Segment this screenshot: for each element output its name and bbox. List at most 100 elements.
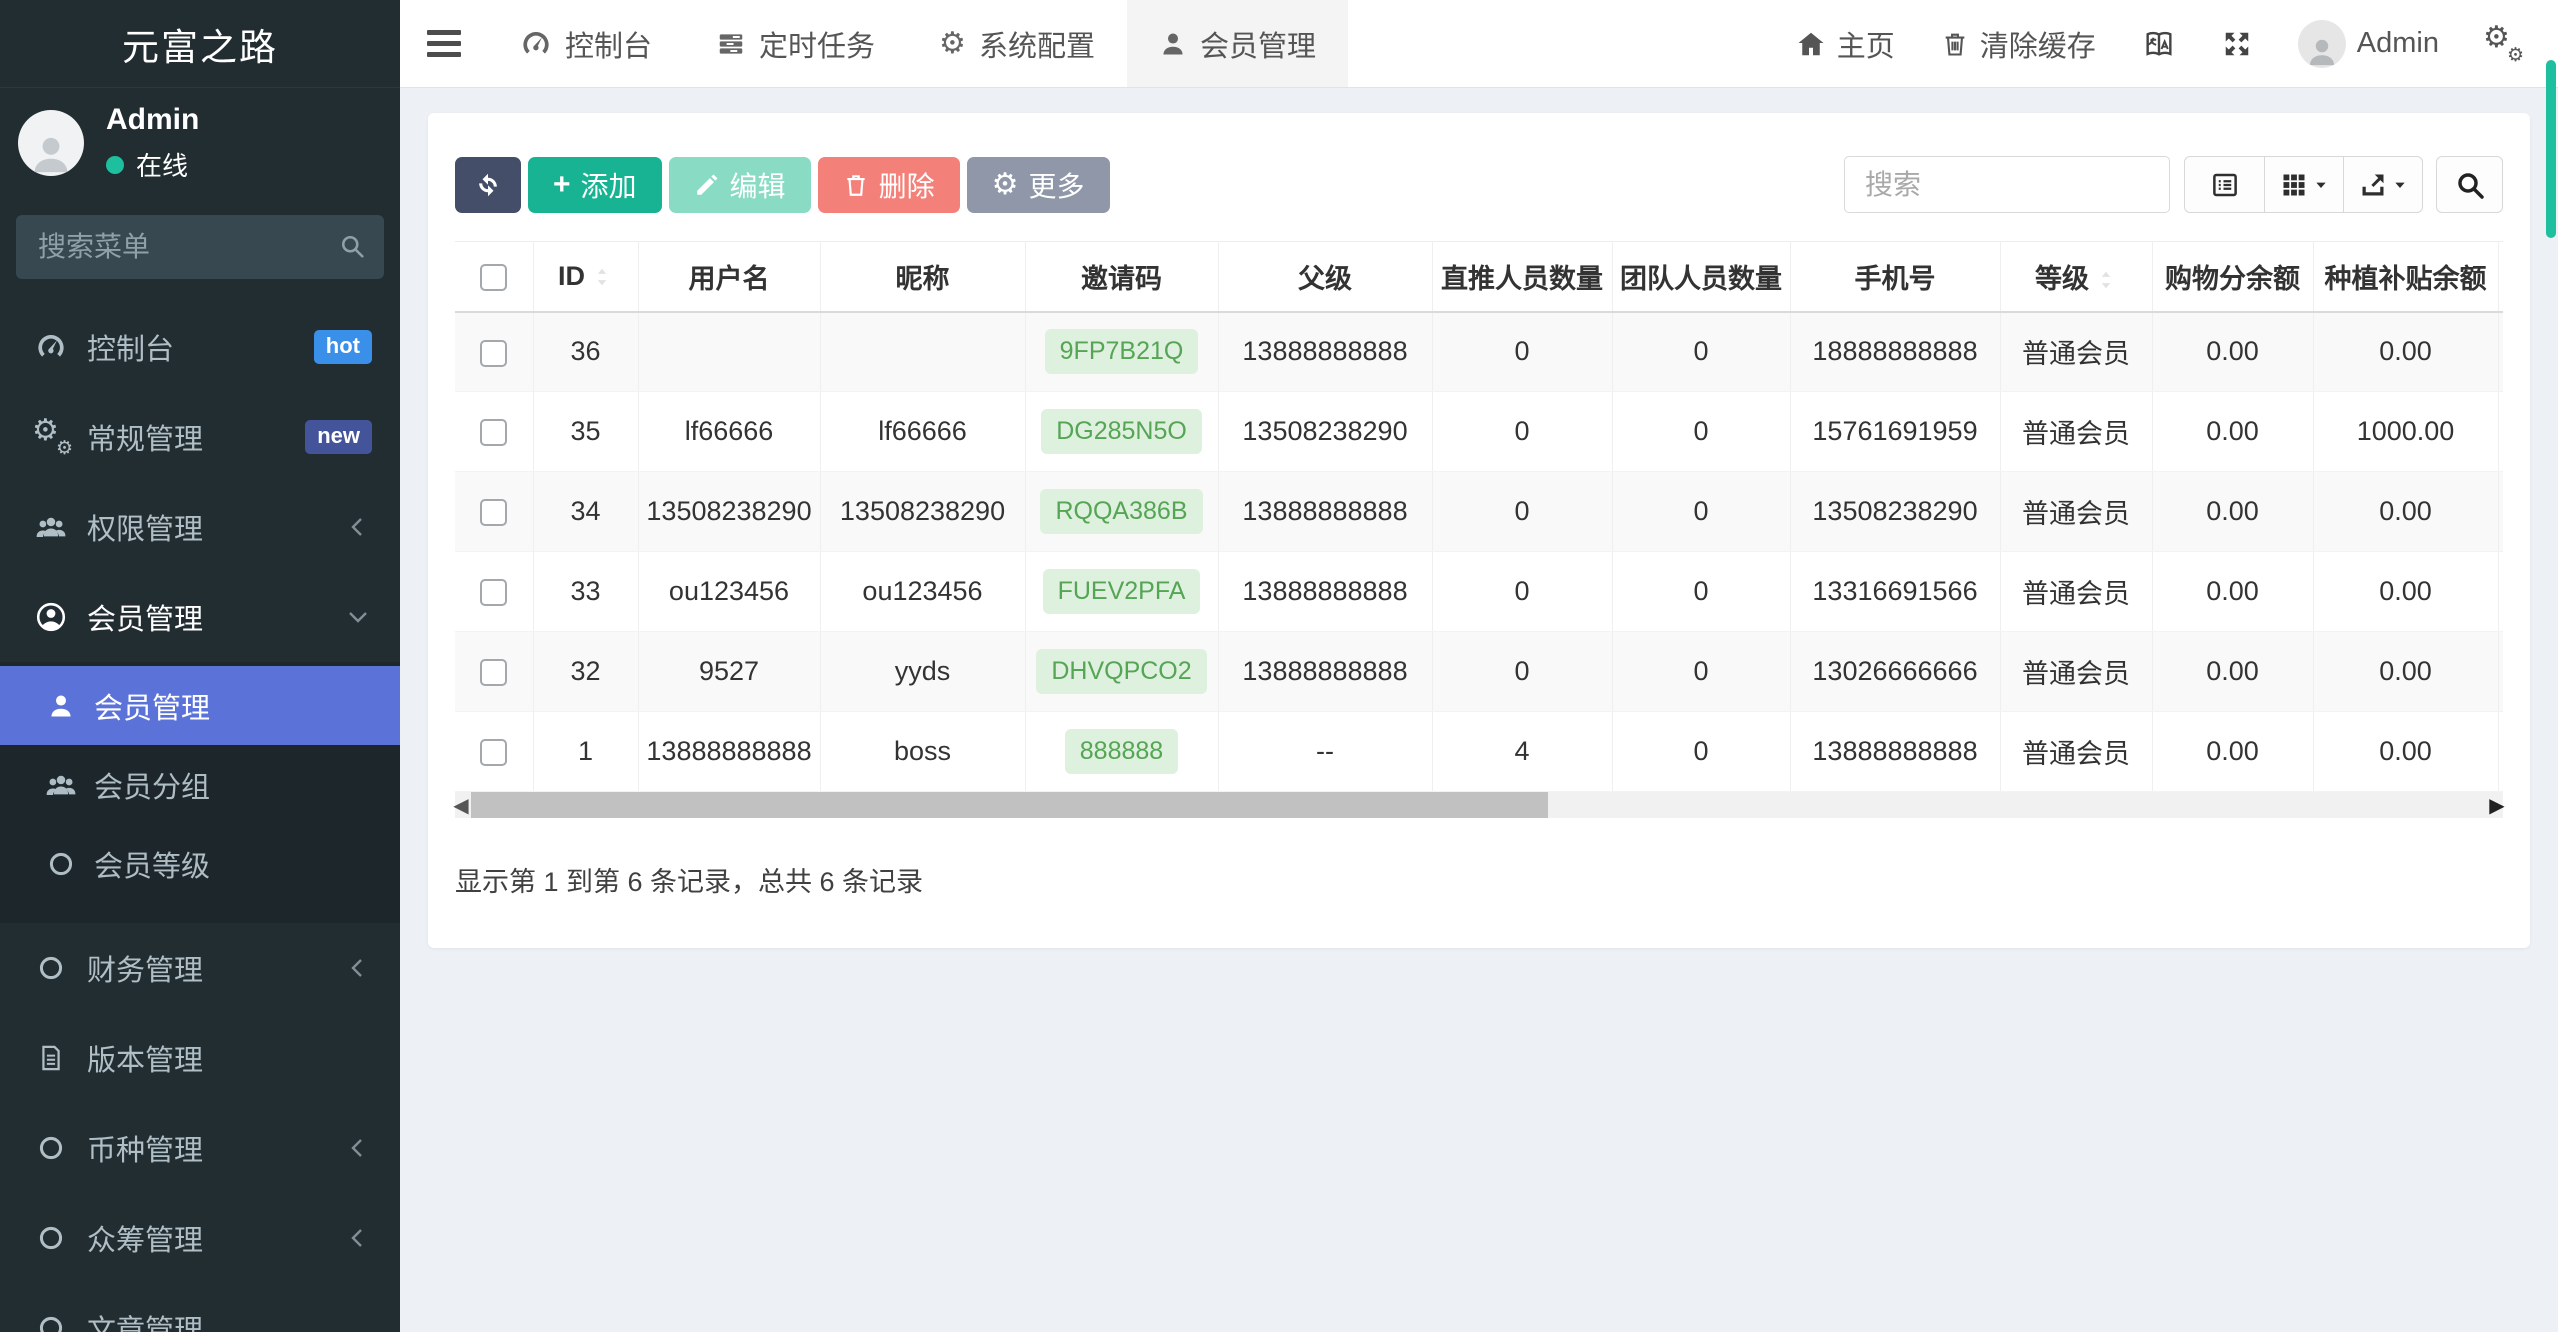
table-row: 1 13888888888 boss 888888 -- 4 0 13888888888 普通会… — [455, 711, 2503, 792]
column-header-id[interactable]: ID — [532, 241, 638, 313]
home-link[interactable]: 主页 — [1773, 0, 1918, 87]
tab-cron[interactable]: 定时任务 — [684, 0, 907, 87]
column-label: 父级 — [1298, 263, 1352, 294]
cell-plant: 1000.00 — [2312, 391, 2498, 472]
language-switch[interactable] — [2119, 0, 2199, 87]
add-button[interactable]: + 添加 — [528, 156, 662, 213]
sort-icon[interactable] — [591, 266, 613, 288]
admin-label: Admin — [2356, 27, 2439, 59]
page-scrollbar-thumb[interactable] — [2546, 60, 2556, 238]
cell-parent: 13888888888 — [1217, 631, 1432, 712]
cell-team: 0 — [1611, 391, 1790, 472]
horizontal-scrollbar[interactable]: ◀ ▶ — [453, 792, 2505, 818]
hamburger-menu-icon[interactable] — [400, 0, 488, 87]
clear-cache-link[interactable]: 清除缓存 — [1918, 0, 2119, 87]
more-button[interactable]: ⚙ 更多 — [966, 156, 1110, 213]
scrollbar-thumb[interactable] — [471, 792, 1548, 818]
table-search-input[interactable] — [1844, 156, 2170, 213]
export-button[interactable] — [2343, 157, 2422, 212]
tab-member[interactable]: 会员管理 — [1126, 0, 1348, 87]
search-icon — [338, 232, 366, 260]
cell-team: 0 — [1611, 551, 1790, 632]
search-button[interactable] — [2436, 156, 2503, 213]
home-icon — [1796, 29, 1826, 59]
scroll-right-icon[interactable]: ▶ — [2489, 793, 2505, 818]
row-checkbox[interactable] — [480, 499, 508, 527]
sidebar-item-label: 币种管理 — [87, 1135, 204, 1167]
trash-icon — [843, 172, 869, 198]
navbar-tabs: 控制台 定时任务 ⚙ 系统配置 会员管理 — [488, 0, 1348, 87]
user-panel: Admin 在线 — [0, 88, 400, 195]
sidebar-item-currency[interactable]: 币种管理 — [0, 1103, 400, 1193]
sidebar-item-console[interactable]: 控制台 hot — [0, 302, 400, 392]
table-body: 36 9FP7B21Q 13888888888 0 0 18888888888 普通会员 0.… — [455, 311, 2503, 792]
cell-cut — [2497, 551, 2503, 632]
tab-label: 控制台 — [565, 30, 653, 63]
sidebar-item-general[interactable]: ⚙ ⚙ 常规管理 new — [0, 392, 400, 482]
badge-hot: hot — [313, 330, 372, 365]
sidebar-item-member[interactable]: 会员管理 — [0, 572, 400, 662]
cell-level: 普通会员 — [1999, 471, 2152, 552]
cell-team: 0 — [1611, 711, 1790, 792]
cell-direct: 0 — [1431, 551, 1612, 632]
columns-button[interactable] — [2264, 157, 2343, 212]
cell-nickname: ou123456 — [819, 551, 1025, 632]
column-header-nickname: 昵称 — [819, 241, 1025, 313]
row-checkbox[interactable] — [480, 739, 508, 767]
settings-menu[interactable]: ⚙ ⚙ — [2462, 0, 2542, 87]
table-row: 35 lf66666 lf66666 DG285N5O 13508238290 0 0 157… — [455, 391, 2503, 472]
scroll-left-icon[interactable]: ◀ — [453, 793, 469, 818]
cell-direct: 0 — [1431, 391, 1612, 472]
column-label: ID — [558, 260, 585, 291]
sidebar-submenu-member: 会员管理 会员分组 会员等级 — [0, 662, 400, 923]
circle-icon — [30, 1224, 72, 1252]
row-checkbox[interactable] — [480, 419, 508, 447]
delete-button[interactable]: 删除 — [817, 156, 960, 213]
cell-cut — [2497, 471, 2503, 552]
gear-icon: ⚙ — [939, 26, 966, 60]
toolbar: + 添加 编辑 删除 ⚙ 更多 — [455, 156, 2503, 213]
fullscreen-toggle[interactable] — [2199, 0, 2275, 87]
invite-code-badge: FUEV2PFA — [1042, 569, 1201, 614]
sidebar-search — [16, 215, 384, 279]
row-checkbox[interactable] — [480, 579, 508, 607]
column-header-invite: 邀请码 — [1024, 241, 1218, 313]
plus-icon: + — [553, 167, 571, 201]
cell-shop: 0.00 — [2151, 711, 2313, 792]
cell-nickname — [819, 311, 1025, 392]
sidebar-item-auth[interactable]: 权限管理 — [0, 482, 400, 572]
edit-button[interactable]: 编辑 — [668, 156, 811, 213]
table-row: 33 ou123456 ou123456 FUEV2PFA 13888888888 0 0 1… — [455, 551, 2503, 632]
sidebar-item-finance[interactable]: 财务管理 — [0, 923, 400, 1013]
sidebar-item-label: 文章管理 — [87, 1315, 204, 1332]
records-summary: 显示第 1 到第 6 条记录，总共 6 条记录 — [455, 867, 924, 897]
list-alt-icon — [2210, 170, 2240, 200]
table-tools-group — [2184, 156, 2423, 213]
sidebar-item-member-manage[interactable]: 会员管理 — [0, 666, 400, 745]
sidebar-item-article[interactable]: 文章管理 — [0, 1283, 400, 1332]
cell-parent: 13888888888 — [1217, 551, 1432, 632]
sidebar-item-member-level[interactable]: 会员等级 — [0, 824, 400, 903]
sidebar-item-crowdfund[interactable]: 众筹管理 — [0, 1193, 400, 1283]
row-checkbox[interactable] — [480, 339, 508, 367]
refresh-button[interactable] — [455, 156, 521, 213]
tab-config[interactable]: ⚙ 系统配置 — [907, 0, 1127, 87]
column-header-cut — [2497, 241, 2503, 313]
column-header-level[interactable]: 等级 — [1999, 241, 2152, 313]
sidebar-item-member-group[interactable]: 会员分组 — [0, 745, 400, 824]
column-label: 用户名 — [688, 263, 770, 294]
sidebar-item-version[interactable]: 版本管理 — [0, 1013, 400, 1103]
tab-label: 会员管理 — [1199, 30, 1316, 63]
row-checkbox[interactable] — [480, 659, 508, 687]
cell-username: 13888888888 — [637, 711, 820, 792]
tab-console[interactable]: 控制台 — [488, 0, 684, 87]
content-panel: + 添加 编辑 删除 ⚙ 更多 搜索 ID 用户名 昵称 邀请码 父级 直推人员… — [428, 113, 2530, 948]
select-all-checkbox[interactable] — [480, 264, 508, 292]
trash-icon — [1941, 30, 1969, 58]
user-menu[interactable]: Admin — [2275, 0, 2462, 87]
cell-parent: 13888888888 — [1217, 311, 1432, 392]
cell-username: 13508238290 — [637, 471, 820, 552]
sort-icon[interactable] — [2095, 269, 2117, 291]
sidebar-search-input[interactable] — [16, 215, 384, 279]
toggle-view-button[interactable] — [2185, 157, 2264, 212]
